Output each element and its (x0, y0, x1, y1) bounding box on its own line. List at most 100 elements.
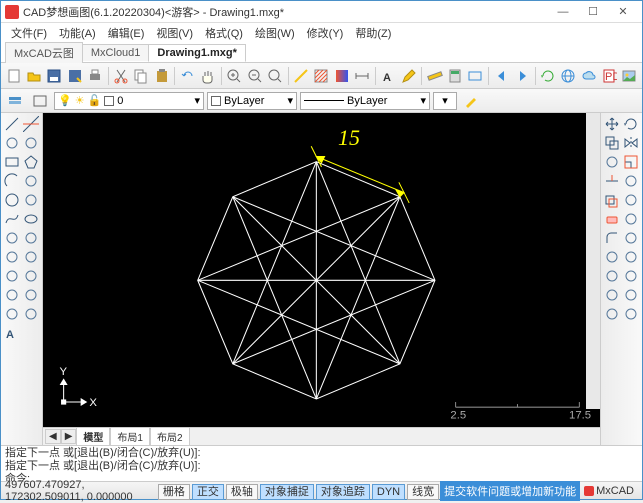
trim-tool[interactable] (603, 172, 621, 190)
text-button[interactable]: A (379, 65, 398, 87)
help-link[interactable]: 提交软件问题或增加新功能 (440, 481, 580, 501)
copy-button[interactable] (132, 65, 151, 87)
gradient-button[interactable] (332, 65, 351, 87)
print-button[interactable] (85, 65, 104, 87)
zoom-in-button[interactable] (225, 65, 244, 87)
dim-button[interactable] (352, 65, 371, 87)
pline-tool[interactable] (3, 134, 21, 152)
offset-tool[interactable] (603, 191, 621, 209)
mirror-tool[interactable] (622, 134, 640, 152)
hatch-button[interactable] (312, 65, 331, 87)
zoom-out-button[interactable] (245, 65, 264, 87)
saveas-button[interactable] (65, 65, 84, 87)
layer-select[interactable]: 💡 ☀ 🔓 0 ▾ (54, 92, 204, 110)
back-button[interactable] (492, 65, 511, 87)
menu-功能[interactable]: 功能(A) (55, 24, 100, 42)
move-tool[interactable] (603, 115, 621, 133)
refresh-button[interactable] (538, 65, 557, 87)
status-正交[interactable]: 正交 (192, 484, 224, 500)
status-DYN[interactable]: DYN (372, 484, 405, 500)
layout-tab[interactable]: 布局1 (110, 427, 150, 446)
command-panel[interactable]: 指定下一点 或[退出(B)/闭合(C)/放弃(U)]: 指定下一点 或[退出(B… (1, 445, 642, 481)
multileader-tool[interactable] (22, 305, 40, 323)
layer-states-button[interactable] (29, 90, 51, 112)
rotate-tool[interactable] (622, 115, 640, 133)
extend-tool[interactable] (622, 172, 640, 190)
hatch-tool[interactable] (3, 248, 21, 266)
circle-tool[interactable] (3, 191, 21, 209)
doc-tab[interactable]: Drawing1.mxg* (148, 44, 245, 62)
block-tool[interactable] (22, 248, 40, 266)
doc-tab[interactable]: MxCloud1 (82, 44, 150, 61)
menu-绘图[interactable]: 绘图(W) (251, 24, 299, 42)
maximize-button[interactable]: ☐ (578, 2, 608, 22)
new-button[interactable] (4, 65, 23, 87)
lineweight-select[interactable]: ▾ (433, 92, 457, 110)
pencil-button[interactable] (399, 65, 418, 87)
stretch-tool[interactable] (603, 153, 621, 171)
match-prop-tool[interactable] (603, 305, 621, 323)
layout-tab[interactable]: 布局2 (150, 427, 190, 446)
color-select[interactable]: ByLayer ▾ (207, 92, 297, 110)
measure-button[interactable] (425, 65, 444, 87)
status-线宽[interactable]: 线宽 (407, 484, 439, 500)
forward-button[interactable] (512, 65, 531, 87)
image-button[interactable] (620, 65, 639, 87)
region-tool[interactable] (3, 267, 21, 285)
status-栅格[interactable]: 栅格 (158, 484, 190, 500)
layout-nav_next[interactable]: ▶ (61, 429, 77, 444)
cloud-button[interactable] (579, 65, 598, 87)
drawing-canvas[interactable]: 2.5 17.5 X Y 15 (43, 113, 600, 427)
layout-tab[interactable]: 模型 (76, 427, 110, 446)
line-tool[interactable] (3, 115, 21, 133)
doc-tab[interactable]: MxCAD云图 (5, 42, 83, 63)
table-tool[interactable] (22, 267, 40, 285)
chamfer-tool[interactable] (622, 229, 640, 247)
status-极轴[interactable]: 极轴 (226, 484, 258, 500)
calc-button[interactable] (445, 65, 464, 87)
ellipse-arc-tool[interactable] (3, 229, 21, 247)
mtext-tool[interactable] (3, 286, 21, 304)
donut-tool[interactable] (22, 172, 40, 190)
polygon-tool[interactable] (22, 153, 40, 171)
lengthen-tool[interactable] (622, 267, 640, 285)
zoom-ext-button[interactable] (265, 65, 284, 87)
menu-帮助[interactable]: 帮助(Z) (351, 24, 395, 42)
layer-manager-button[interactable] (4, 90, 26, 112)
point-tool[interactable] (22, 229, 40, 247)
menu-编辑[interactable]: 编辑(E) (104, 24, 149, 42)
menu-文件[interactable]: 文件(F) (7, 24, 51, 42)
array-tool[interactable] (622, 191, 640, 209)
edit-pline-tool[interactable] (603, 286, 621, 304)
erase-tool[interactable] (603, 210, 621, 228)
undo-button[interactable] (178, 65, 197, 87)
dimension-tool[interactable] (3, 305, 21, 323)
fillet-tool[interactable] (603, 229, 621, 247)
edit-hatch-tool[interactable] (622, 286, 640, 304)
xline-tool[interactable] (22, 115, 40, 133)
rect-button[interactable] (466, 65, 485, 87)
revcloud-tool[interactable] (22, 191, 40, 209)
globe-button[interactable] (559, 65, 578, 87)
layout-nav_prev[interactable]: ◀ (45, 429, 61, 444)
copy-tool[interactable] (603, 134, 621, 152)
properties-tool[interactable] (622, 305, 640, 323)
polyline-tool[interactable] (22, 134, 40, 152)
paste-button[interactable] (152, 65, 171, 87)
text-a-tool[interactable]: A (3, 324, 21, 342)
spline-tool[interactable] (3, 210, 21, 228)
linetype-select[interactable]: ByLayer ▾ (300, 92, 430, 110)
menu-视图[interactable]: 视图(V) (152, 24, 197, 42)
arc-tool[interactable] (3, 172, 21, 190)
break-tool[interactable] (603, 248, 621, 266)
align-tool[interactable] (603, 267, 621, 285)
join-tool[interactable] (622, 248, 640, 266)
menu-格式[interactable]: 格式(Q) (201, 24, 247, 42)
vertical-scrollbar[interactable] (586, 113, 600, 409)
pdf-button[interactable]: PDF (599, 65, 618, 87)
ellipse-tool[interactable] (22, 210, 40, 228)
rect-tool[interactable] (3, 153, 21, 171)
status-对象捕捉[interactable]: 对象捕捉 (260, 484, 314, 500)
helix-tool[interactable] (22, 286, 40, 304)
menu-修改[interactable]: 修改(Y) (303, 24, 348, 42)
